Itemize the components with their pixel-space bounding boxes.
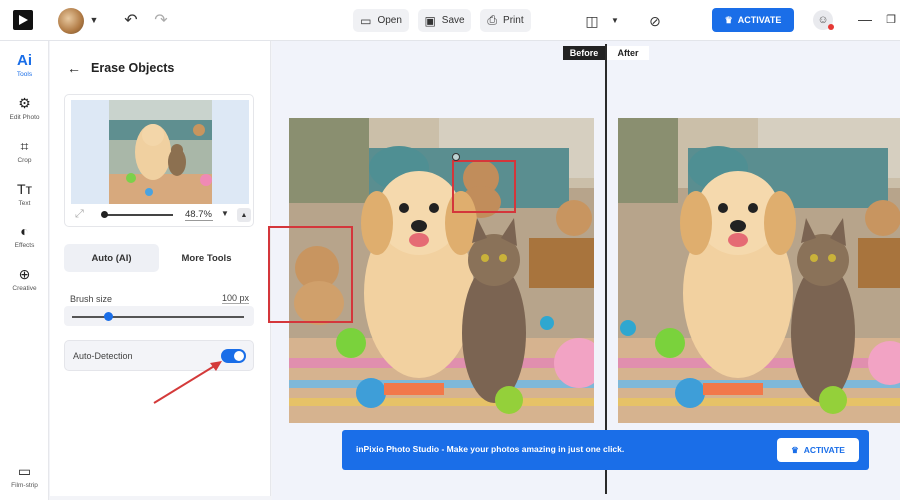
banner-activate-label: ACTIVATE <box>803 445 845 455</box>
save-label: Save <box>441 15 465 26</box>
brush-cursor-icon <box>452 153 460 161</box>
ai-icon: Ai <box>17 51 32 69</box>
chevron-down-icon[interactable]: ▼ <box>88 14 100 26</box>
chevron-down-icon[interactable]: ▼ <box>221 209 229 218</box>
brush-size-value[interactable]: 100 px <box>222 293 250 304</box>
before-label: Before <box>563 46 605 60</box>
print-button[interactable]: ⎙ Print <box>480 9 531 32</box>
promo-banner: inPixio Photo Studio - Make your photos … <box>342 430 869 470</box>
rail-item-label: Tools <box>16 71 33 78</box>
top-toolbar: ▼ ↶ ↷ ▭ Open ▣ Save ⎙ Print ◫ ▼ ⊘ ♛ ACTI… <box>0 0 900 41</box>
redo-icon[interactable]: ↷ <box>152 11 170 29</box>
auto-detection-label: Auto-Detection <box>73 351 133 361</box>
restore-window-icon[interactable]: ❐ <box>884 12 898 26</box>
tab-more-tools[interactable]: More Tools <box>159 244 254 272</box>
rail-item-creative[interactable]: ⊕ Creative <box>0 265 49 293</box>
rail-item-crop[interactable]: ⌗ Crop <box>0 137 49 165</box>
undo-icon[interactable]: ↶ <box>122 11 140 29</box>
after-image[interactable] <box>618 118 900 423</box>
text-icon: Tт <box>17 181 32 197</box>
photo-avatar[interactable] <box>58 8 84 34</box>
edit-photo-icon: ⚙ <box>18 94 31 111</box>
banner-activate-button[interactable]: ♛ ACTIVATE <box>777 438 859 462</box>
rail-item-text[interactable]: Tт Text <box>0 180 49 207</box>
compare-divider[interactable] <box>605 44 607 494</box>
creative-icon: ⊕ <box>18 265 31 282</box>
filmstrip-icon: ▭ <box>17 462 32 479</box>
tab-auto-ai[interactable]: Auto (AI) <box>64 244 159 272</box>
activate-button[interactable]: ♛ ACTIVATE <box>712 8 794 32</box>
selection-box[interactable] <box>268 226 353 323</box>
banner-text: inPixio Photo Studio - Make your photos … <box>356 444 625 454</box>
rail-item-effects[interactable]: ◐ Effects <box>0 222 49 249</box>
brush-slider-handle[interactable] <box>104 312 113 321</box>
after-label: After <box>607 46 649 60</box>
folder-icon: ▭ <box>360 13 372 28</box>
navigator-thumbnail <box>109 100 212 204</box>
navigator-preview[interactable] <box>71 100 249 204</box>
crop-icon: ⌗ <box>20 137 29 154</box>
compare-view-icon[interactable]: ◫ <box>583 12 601 30</box>
activate-label: ACTIVATE <box>737 15 782 25</box>
zoom-value[interactable]: 48.7% <box>185 209 213 221</box>
page-title: Erase Objects <box>91 61 175 75</box>
print-label: Print <box>503 15 524 26</box>
mode-tabs: Auto (AI) More Tools <box>64 244 254 272</box>
chevron-up-icon[interactable]: ▲ <box>237 208 251 222</box>
rail-item-label: Text <box>18 200 31 207</box>
back-arrow-icon[interactable]: ← <box>67 60 81 76</box>
rail-item-label: Effects <box>14 242 35 249</box>
zoom-slider-handle[interactable] <box>101 211 108 218</box>
notification-dot <box>828 24 834 30</box>
user-account-icon[interactable]: ☺ <box>813 10 834 30</box>
crown-icon: ♛ <box>724 14 733 25</box>
minimize-icon[interactable]: — <box>858 11 872 27</box>
zoom-slider[interactable] <box>103 214 173 216</box>
print-icon: ⎙ <box>487 13 498 27</box>
brush-size-slider[interactable] <box>64 306 254 326</box>
chevron-down-icon[interactable]: ▼ <box>610 15 620 25</box>
rail-item-filmstrip[interactable]: ▭ Film-strip <box>0 462 49 490</box>
brush-size-label: Brush size <box>70 294 113 304</box>
rail-item-label: Edit Photo <box>9 114 40 121</box>
fit-screen-icon[interactable]: ⤢ <box>75 208 84 221</box>
annotation-arrow <box>153 361 222 404</box>
zoom-controls: ⤢ 48.7% ▼ ▲ <box>71 207 251 223</box>
save-button[interactable]: ▣ Save <box>418 9 471 32</box>
save-icon: ▣ <box>424 13 436 28</box>
open-label: Open <box>377 15 402 26</box>
brush-slider-track[interactable] <box>72 316 244 318</box>
rail-item-edit-photo[interactable]: ⚙ Edit Photo <box>0 94 49 122</box>
effects-icon: ◐ <box>20 223 29 239</box>
selection-box[interactable] <box>452 160 516 213</box>
crown-icon: ♛ <box>791 444 799 455</box>
panel-header: ← Erase Objects <box>67 60 174 76</box>
open-button[interactable]: ▭ Open <box>353 9 409 32</box>
rail-item-label: Film-strip <box>11 482 38 489</box>
app-logo-icon[interactable] <box>13 10 33 30</box>
rail-item-tools[interactable]: Ai Tools <box>0 51 49 79</box>
navigator-card: ⤢ 48.7% ▼ ▲ <box>64 94 254 227</box>
rail-item-label: Crop <box>17 157 32 164</box>
rail-item-label: Creative <box>12 285 37 292</box>
hide-compare-icon[interactable]: ⊘ <box>646 12 664 30</box>
tool-rail: Ai Tools ⚙ Edit Photo ⌗ Crop Tт Text ◐ E… <box>0 41 49 500</box>
